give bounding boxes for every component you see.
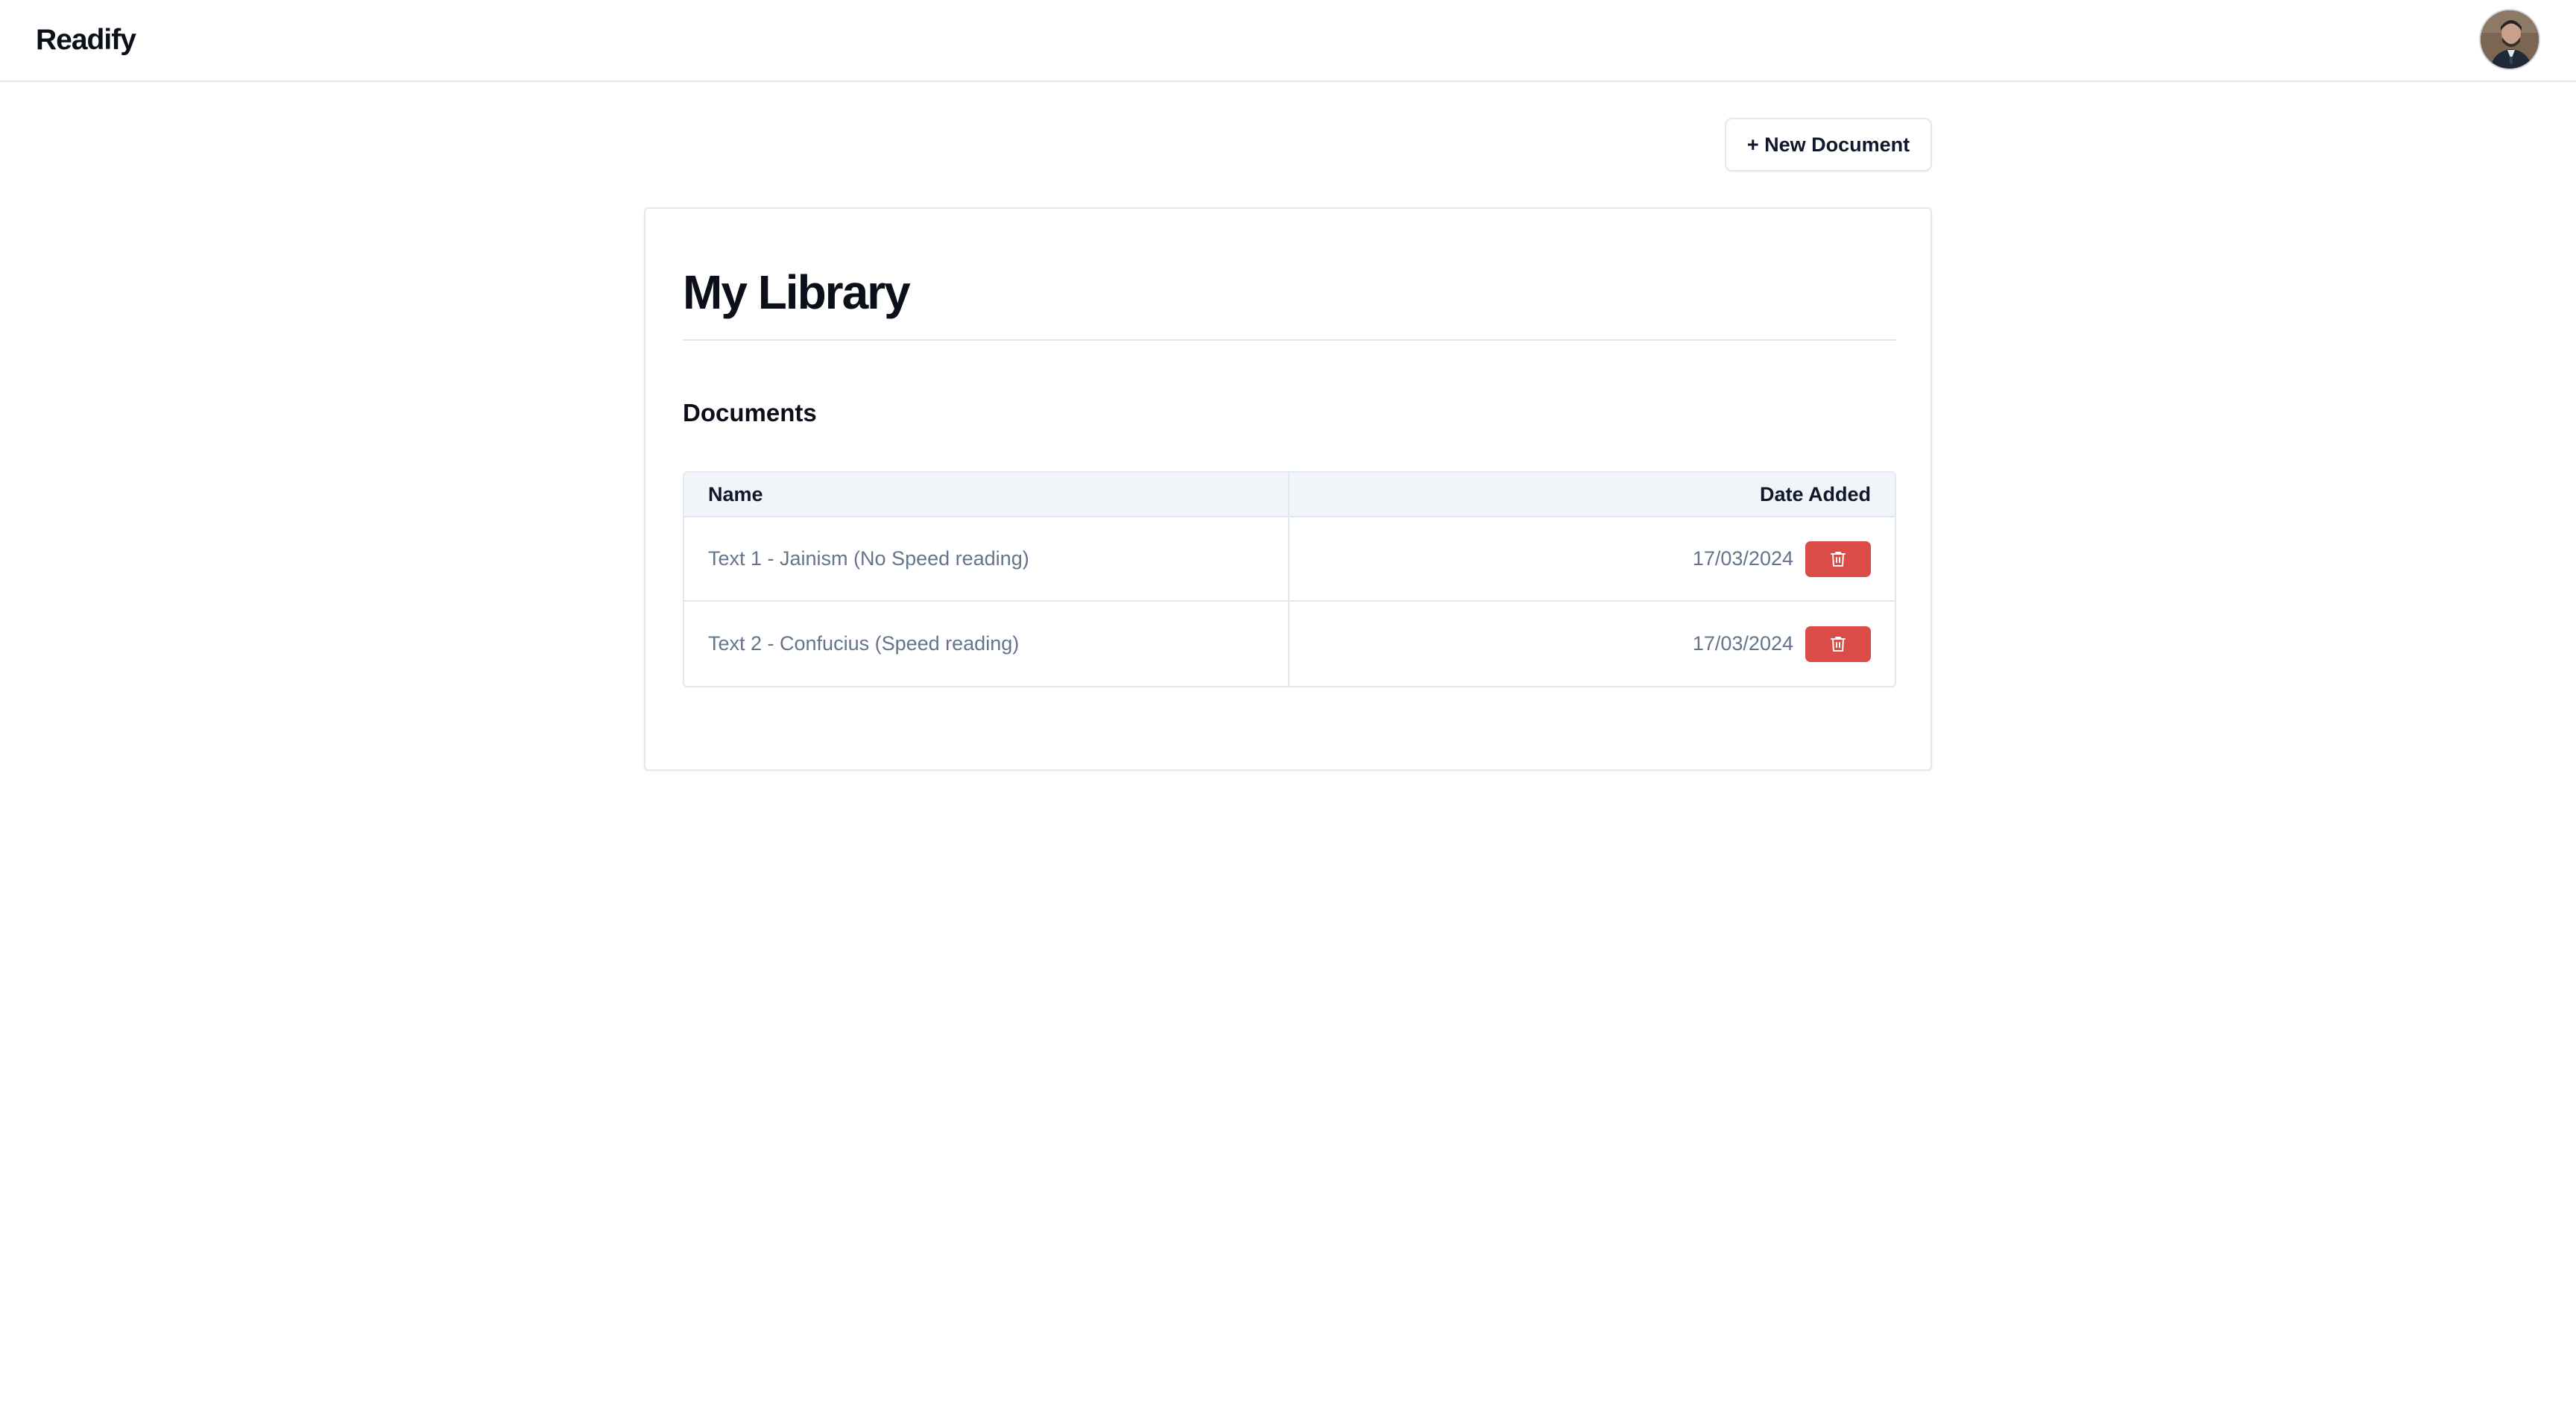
delete-button[interactable]: [1805, 541, 1871, 577]
column-header-date-added[interactable]: Date Added: [1289, 473, 1895, 516]
column-header-name[interactable]: Name: [684, 473, 1289, 516]
trash-icon: [1831, 551, 1846, 567]
documents-table: Name Date Added Text 1 - Jainism (No Spe…: [683, 471, 1896, 687]
user-avatar[interactable]: [2479, 9, 2540, 70]
page-title: My Library: [683, 265, 911, 319]
table-row[interactable]: Text 1 - Jainism (No Speed reading) 17/0…: [684, 517, 1895, 602]
date-added-text: 17/03/2024: [1692, 547, 1793, 570]
brand-logo[interactable]: Readify: [36, 21, 136, 60]
date-cell: 17/03/2024: [1289, 517, 1895, 600]
top-navbar: Readify: [0, 0, 2576, 82]
date-added-text: 17/03/2024: [1692, 632, 1793, 655]
document-name-link[interactable]: Text 1 - Jainism (No Speed reading): [684, 517, 1289, 600]
documents-heading: Documents: [683, 399, 817, 426]
title-divider: [683, 339, 1896, 341]
delete-button[interactable]: [1805, 626, 1871, 662]
avatar-image: [2481, 10, 2539, 69]
library-card: My Library Documents Name Date Added Tex…: [644, 207, 1932, 771]
new-document-button[interactable]: + New Document: [1725, 118, 1932, 171]
document-name-link[interactable]: Text 2 - Confucius (Speed reading): [684, 602, 1289, 686]
trash-icon: [1831, 636, 1846, 652]
date-cell: 17/03/2024: [1289, 602, 1895, 686]
table-row[interactable]: Text 2 - Confucius (Speed reading) 17/03…: [684, 602, 1895, 686]
table-header-row: Name Date Added: [684, 473, 1895, 517]
